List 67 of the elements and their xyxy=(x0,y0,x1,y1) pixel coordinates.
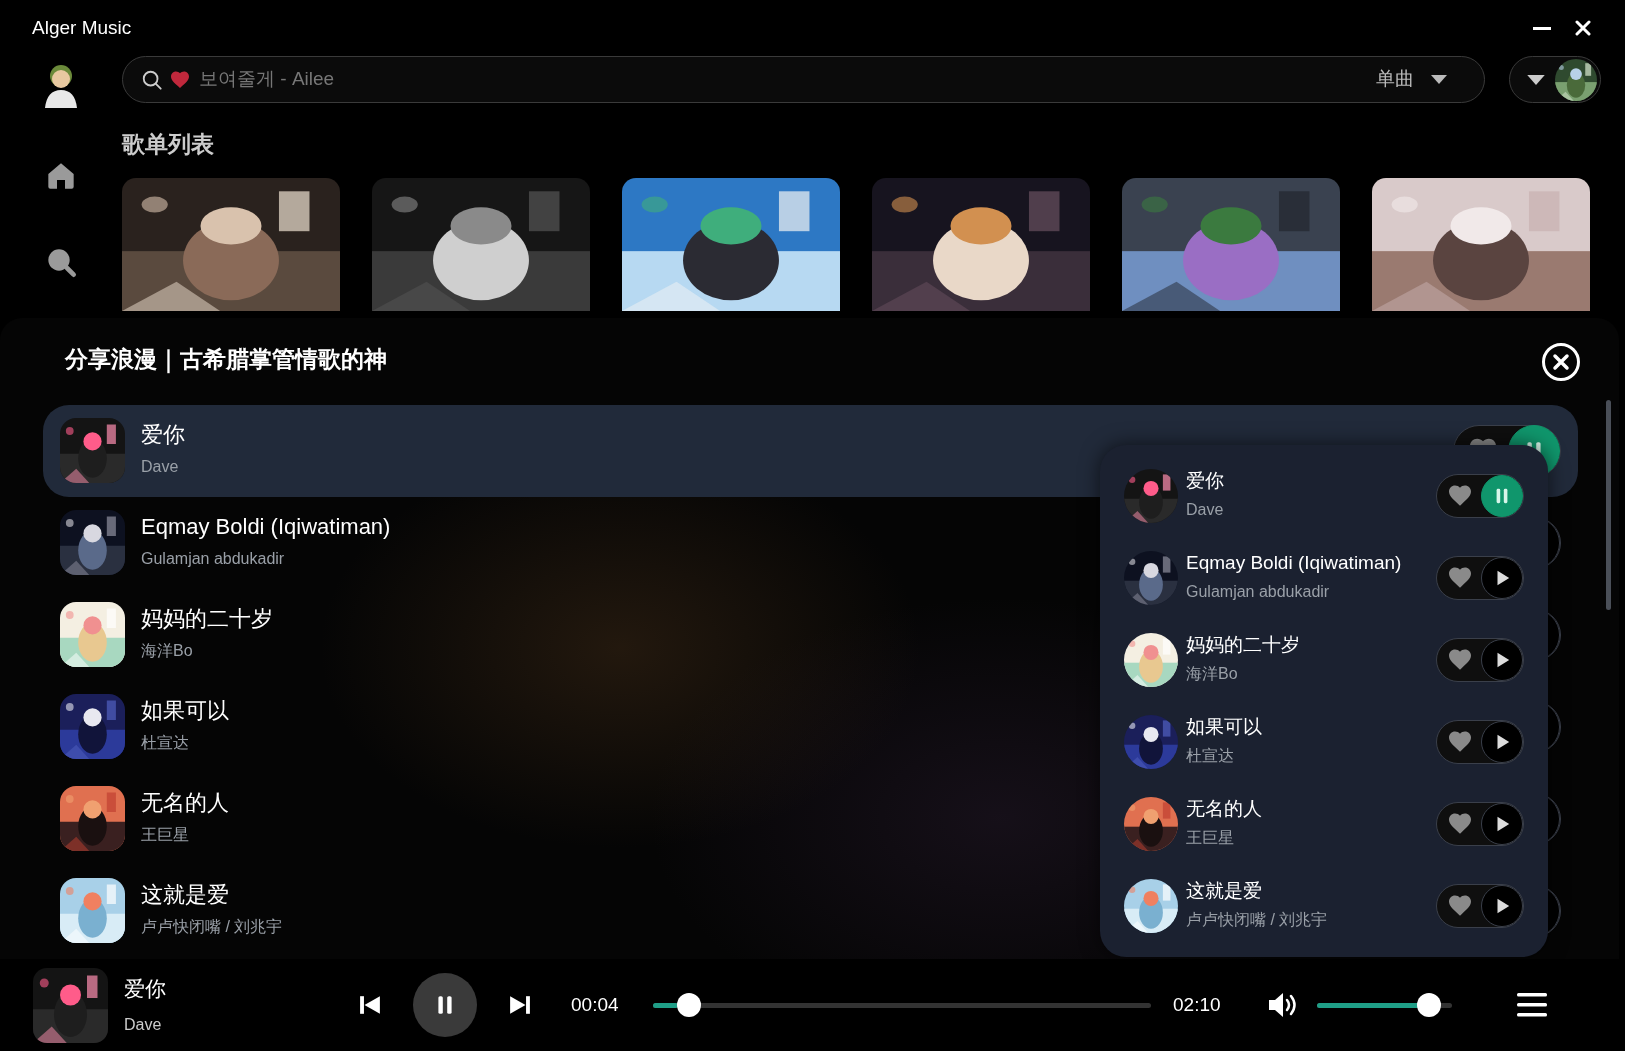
song-title: 妈妈的二十岁 xyxy=(141,606,273,633)
user-menu-button[interactable] xyxy=(1509,56,1601,103)
song-title: 爱你 xyxy=(141,422,185,449)
pause-button[interactable] xyxy=(1481,475,1523,517)
caret-icon xyxy=(1526,73,1546,86)
song-title: 爱你 xyxy=(1186,469,1224,493)
next-button[interactable] xyxy=(509,994,531,1016)
minimize-icon[interactable] xyxy=(1533,26,1551,30)
play-button[interactable] xyxy=(1481,557,1523,599)
song-artist: Gulamjan abdukadir xyxy=(1186,582,1331,603)
like-button[interactable] xyxy=(1449,895,1471,917)
song-title: Eqmay Boldi (Iqiwatiman) xyxy=(1186,551,1402,575)
song-title: 妈妈的二十岁 xyxy=(1186,633,1300,657)
like-button[interactable] xyxy=(1449,731,1471,753)
song-artist: Dave xyxy=(1186,500,1224,521)
section-title: 歌单列表 xyxy=(122,130,215,159)
previous-button[interactable] xyxy=(359,994,381,1016)
song-artist: 卢卢快闭嘴 / 刘兆宇 xyxy=(141,916,283,937)
song-artist: 卢卢快闭嘴 / 刘兆宇 xyxy=(1186,910,1328,931)
song-artist: 王巨星 xyxy=(141,824,190,845)
like-button[interactable] xyxy=(1449,485,1471,507)
song-artist: 海洋Bo xyxy=(1186,664,1239,685)
search-field[interactable]: 보여줄게 - Ailee 单曲 xyxy=(122,56,1485,103)
song-title: 无名的人 xyxy=(1186,797,1262,821)
song-title: 爱你 xyxy=(124,976,167,1003)
song-artist: Gulamjan abdukadir xyxy=(141,548,286,569)
like-button[interactable] xyxy=(1449,649,1471,671)
song-artist: 海洋Bo xyxy=(141,640,194,661)
search-icon xyxy=(141,68,163,91)
playlist-title: 分享浪漫｜古希腊掌管情歌的神 xyxy=(65,345,387,376)
search-icon[interactable] xyxy=(45,246,77,278)
heart-icon xyxy=(1449,813,1471,835)
heart-icon xyxy=(1449,567,1471,589)
caret-icon xyxy=(1430,74,1448,85)
total-time: 02:10 xyxy=(1173,992,1222,1017)
song-title: 如果可以 xyxy=(141,698,229,725)
song-artist: Dave xyxy=(124,1014,163,1035)
song-title: 如果可以 xyxy=(1186,715,1262,739)
heart-icon xyxy=(1449,731,1471,753)
heart-icon xyxy=(1449,485,1471,507)
like-button[interactable] xyxy=(1449,813,1471,835)
song-title: 无名的人 xyxy=(141,790,229,817)
song-artist: 杜宣达 xyxy=(141,732,190,753)
heart-icon xyxy=(1449,895,1471,917)
song-title: 这就是爱 xyxy=(1186,879,1263,903)
song-artist: Dave xyxy=(141,456,180,477)
close-button[interactable] xyxy=(1541,342,1581,382)
progress-track[interactable] xyxy=(653,1003,1151,1008)
play-button[interactable] xyxy=(1481,639,1523,681)
play-button[interactable] xyxy=(1481,721,1523,763)
scrollbar[interactable] xyxy=(1606,400,1611,610)
song-title: 这就是爱 xyxy=(141,882,230,909)
menu-icon[interactable] xyxy=(1517,992,1547,1018)
app-title: Alger Music xyxy=(32,15,132,40)
volume-slider-handle[interactable] xyxy=(1416,993,1441,1017)
play-button[interactable] xyxy=(1481,803,1523,845)
play-button[interactable] xyxy=(1481,885,1523,927)
search-type-dropdown[interactable]: 单曲 xyxy=(1370,64,1454,95)
heart-icon xyxy=(1449,649,1471,671)
song-title: Eqmay Boldi (Iqiwatiman) xyxy=(141,514,391,541)
elapsed-time: 00:04 xyxy=(571,992,620,1017)
volume-icon[interactable] xyxy=(1267,990,1299,1020)
song-artist: 杜宣达 xyxy=(1186,746,1235,767)
progress-slider-handle[interactable] xyxy=(676,993,701,1017)
heart-icon xyxy=(171,70,189,89)
song-artist: 王巨星 xyxy=(1186,828,1235,849)
like-button[interactable] xyxy=(1449,567,1471,589)
